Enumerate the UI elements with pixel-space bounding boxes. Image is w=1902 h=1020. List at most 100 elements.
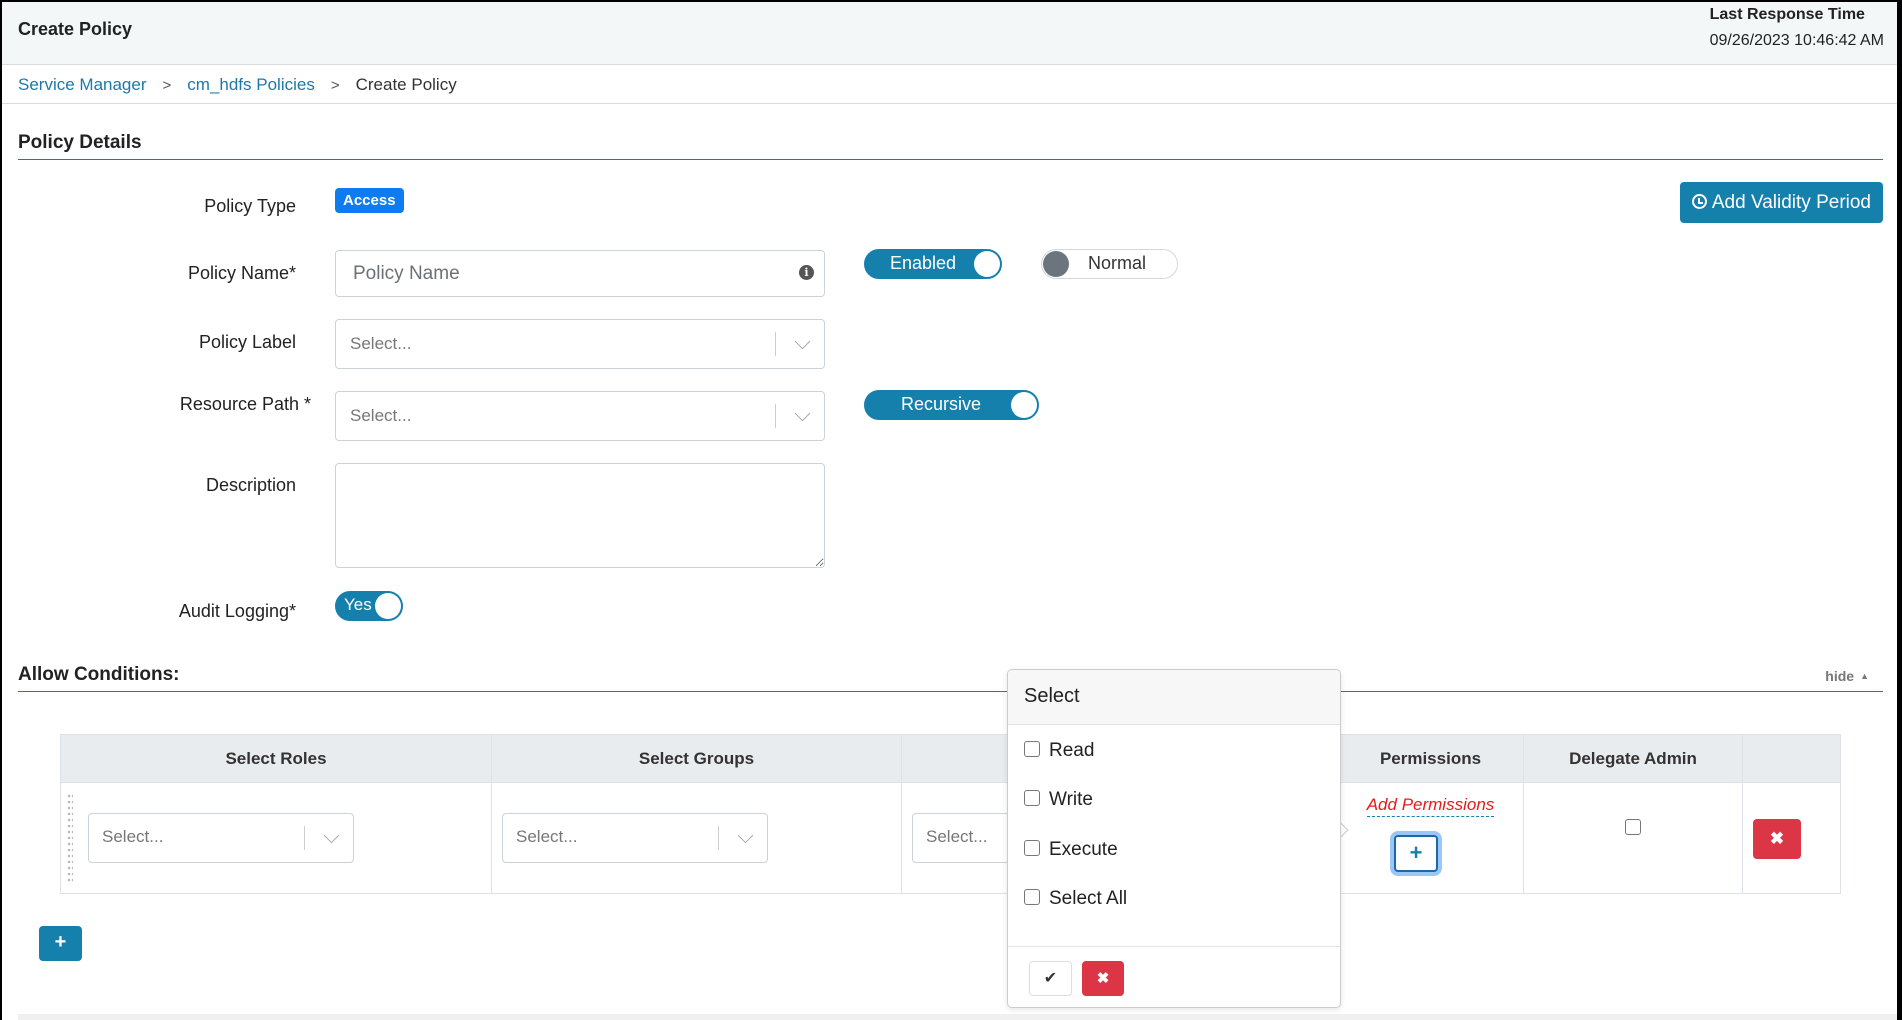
clock-icon xyxy=(1691,194,1707,209)
page-title: Create Policy xyxy=(18,19,133,39)
breadcrumb-service-manager[interactable]: Service Manager xyxy=(18,75,147,94)
permission-option-execute[interactable]: Execute xyxy=(1024,839,1118,861)
policy-name-label: Policy Name* xyxy=(187,263,296,283)
recursive-toggle-label: Recursive xyxy=(901,394,982,414)
users-placeholder: Select... xyxy=(926,827,988,846)
column-header-actions xyxy=(1742,734,1841,783)
roles-placeholder: Select... xyxy=(102,827,164,846)
select-divider xyxy=(304,826,305,850)
roles-cell: Select... xyxy=(60,782,492,894)
permissions-popup: Select Read Write Execute Select All ✔ ✖ xyxy=(1007,669,1341,1008)
actions-cell: ✖ xyxy=(1742,782,1841,894)
toggle-knob xyxy=(1011,392,1037,418)
add-permission-button[interactable]: + xyxy=(1394,835,1438,872)
chevron-down-icon xyxy=(323,827,340,844)
description-label: Description xyxy=(205,475,296,495)
option-label: Execute xyxy=(1049,839,1118,860)
table-row: Select... Select... Select... Add Permis… xyxy=(60,782,1841,894)
create-policy-page: Create Policy Last Response Time 09/26/2… xyxy=(2,2,1897,1020)
resource-path-label: Resource Path * xyxy=(179,394,311,414)
toggle-knob xyxy=(375,593,401,619)
column-header-delegate-admin: Delegate Admin xyxy=(1523,734,1743,783)
option-label: Write xyxy=(1049,789,1093,810)
toggle-knob xyxy=(974,251,1000,277)
section-divider xyxy=(18,691,1883,692)
select-divider xyxy=(775,404,776,428)
chevron-down-icon xyxy=(794,405,811,422)
description-textarea[interactable] xyxy=(335,463,825,568)
select-divider xyxy=(775,332,776,356)
normal-toggle[interactable]: Normal xyxy=(1041,249,1178,279)
popup-title: Select xyxy=(1008,670,1340,725)
column-header-permissions: Permissions xyxy=(1337,734,1524,783)
option-label: Read xyxy=(1049,740,1095,761)
last-response-label: Last Response Time xyxy=(1709,6,1865,23)
normal-toggle-label: Normal xyxy=(1088,253,1147,273)
column-header-groups: Select Groups xyxy=(491,734,902,783)
popup-footer: ✔ ✖ xyxy=(1008,946,1340,1007)
audit-logging-toggle-label: Yes xyxy=(344,595,372,614)
toggle-knob xyxy=(1043,251,1069,277)
checkbox[interactable] xyxy=(1024,840,1040,856)
section-divider xyxy=(18,159,1883,160)
enabled-toggle-label: Enabled xyxy=(890,253,957,273)
table-header-row: Select Roles Select Groups Permissions D… xyxy=(60,734,1841,783)
caret-up-icon: ▲ xyxy=(1860,671,1869,681)
breadcrumb: Service Manager > cm_hdfs Policies > Create … xyxy=(2,65,1897,104)
add-validity-label: Add Validity Period xyxy=(1711,192,1871,213)
permission-option-select-all[interactable]: Select All xyxy=(1024,888,1127,910)
info-icon[interactable]: i xyxy=(799,265,814,280)
policy-label-select[interactable]: Select... xyxy=(335,319,825,369)
roles-select[interactable]: Select... xyxy=(88,813,354,863)
audit-logging-label: Audit Logging* xyxy=(178,601,296,621)
chevron-down-icon xyxy=(737,827,754,844)
groups-placeholder: Select... xyxy=(516,827,578,846)
checkbox[interactable] xyxy=(1024,741,1040,757)
resource-path-placeholder: Select... xyxy=(350,406,412,425)
chevron-down-icon xyxy=(794,333,811,350)
recursive-toggle[interactable]: Recursive xyxy=(864,390,1039,420)
allow-conditions-table: Select Roles Select Groups Permissions D… xyxy=(60,734,1841,894)
add-permissions-link[interactable]: Add Permissions xyxy=(1338,795,1523,817)
permission-option-write[interactable]: Write xyxy=(1024,789,1093,811)
drag-handle-icon[interactable] xyxy=(67,793,73,885)
column-header-roles: Select Roles xyxy=(60,734,492,783)
delegate-admin-checkbox[interactable] xyxy=(1625,818,1641,835)
checkbox[interactable] xyxy=(1024,889,1040,905)
add-permissions-label: Add Permissions xyxy=(1366,795,1495,817)
enabled-toggle[interactable]: Enabled xyxy=(864,249,1002,279)
hide-label: hide xyxy=(1825,668,1855,684)
breadcrumb-hdfs-policies[interactable]: cm_hdfs Policies xyxy=(187,75,315,94)
last-response-value: 09/26/2023 10:46:42 AM xyxy=(1709,32,1884,49)
resource-path-select[interactable]: Select... xyxy=(335,391,825,441)
breadcrumb-separator: > xyxy=(162,77,172,94)
select-divider xyxy=(718,826,719,850)
groups-cell: Select... xyxy=(491,782,902,894)
policy-name-placeholder: Policy Name xyxy=(353,263,460,284)
page-header: Create Policy Last Response Time 09/26/2… xyxy=(2,2,1897,65)
delete-row-button[interactable]: ✖ xyxy=(1753,819,1801,859)
hide-toggle-link[interactable]: hide ▲ xyxy=(1825,668,1869,684)
policy-type-badge: Access xyxy=(335,188,404,213)
allow-conditions-title: Allow Conditions: xyxy=(18,664,180,685)
delegate-admin-cell xyxy=(1523,782,1743,894)
checkbox[interactable] xyxy=(1024,790,1040,806)
groups-select[interactable]: Select... xyxy=(502,813,768,863)
confirm-button[interactable]: ✔ xyxy=(1029,961,1072,996)
add-condition-row-button[interactable]: + xyxy=(39,926,82,961)
option-label: Select All xyxy=(1049,888,1128,909)
policy-details-title: Policy Details xyxy=(18,132,142,153)
permission-option-read[interactable]: Read xyxy=(1024,740,1094,762)
breadcrumb-current: Create Policy xyxy=(355,75,457,94)
policy-label-placeholder: Select... xyxy=(350,334,412,353)
footer-strip xyxy=(18,1014,1897,1020)
permissions-cell: Add Permissions + xyxy=(1337,782,1524,894)
audit-logging-toggle[interactable]: Yes xyxy=(335,591,403,621)
policy-name-input[interactable]: Policy Name i xyxy=(335,250,825,297)
cancel-button[interactable]: ✖ xyxy=(1082,961,1124,996)
policy-label-label: Policy Label xyxy=(198,332,296,352)
policy-type-label: Policy Type xyxy=(204,196,296,216)
breadcrumb-separator: > xyxy=(330,77,340,94)
add-validity-period-button[interactable]: Add Validity Period xyxy=(1679,182,1883,223)
last-response-time: Last Response Time 09/26/2023 10:46:42 A… xyxy=(1710,6,1884,50)
